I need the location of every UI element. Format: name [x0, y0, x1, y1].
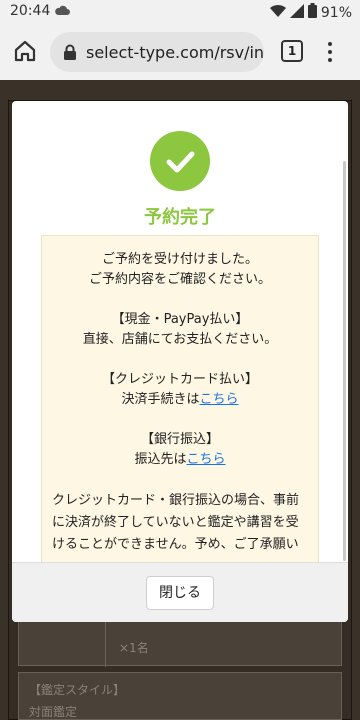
payment-note: クレジットカード・銀行振込の場合、事前に決済が終了していないと鑑定や講習を受ける… — [52, 493, 300, 552]
url-text: select-type.com/rsv/inde — [86, 42, 264, 62]
home-icon[interactable] — [12, 38, 38, 64]
status-bar: 20:44 91% — [0, 0, 360, 24]
card-payment-link[interactable]: こちら — [200, 392, 239, 407]
intro-line-2: ご予約内容をご確認ください。 — [88, 272, 271, 287]
background-cell: ×1名 — [119, 641, 149, 655]
signal-icon — [289, 3, 304, 22]
cash-text: 直接、店舗にてお支払ください。 — [82, 332, 278, 347]
tab-switcher-button[interactable]: 1 — [281, 40, 303, 62]
background-style-heading: 【鑑定スタイル】 — [29, 683, 126, 697]
card-text: 決済手続きは — [121, 392, 200, 407]
close-button[interactable]: 閉じる — [146, 576, 214, 610]
cash-heading: 【現金・PayPay払い】 — [111, 312, 249, 327]
bank-line: 振込先はこちら — [52, 450, 308, 470]
card-heading: 【クレジットカード払い】 — [101, 372, 258, 387]
reservation-complete-dialog: 予約完了 ご予約を受け付けました。 ご予約内容をご確認ください。 【現金・Pay… — [12, 101, 348, 622]
bank-heading: 【銀行振込】 — [140, 432, 219, 447]
overflow-menu-icon[interactable] — [322, 40, 338, 64]
intro-line-1: ご予約を受け付けました。 — [101, 252, 258, 267]
status-time: 20:44 — [10, 3, 51, 19]
dialog-footer: 閉じる — [12, 562, 348, 622]
bank-transfer-link[interactable]: こちら — [187, 452, 226, 467]
cloud-icon — [54, 4, 70, 20]
dialog-title: 予約完了 — [144, 207, 216, 228]
lock-icon — [62, 44, 78, 60]
bank-text: 振込先は — [134, 452, 187, 467]
address-bar[interactable]: select-type.com/rsv/inde — [50, 32, 264, 72]
checkmark-icon — [150, 131, 210, 191]
battery-icon — [307, 3, 317, 22]
dialog-scrollbar[interactable] — [343, 161, 346, 561]
background-style-value: 対面鑑定 — [29, 705, 78, 719]
battery-level: 91% — [320, 4, 352, 21]
wifi-icon — [269, 4, 286, 22]
background-style-section: 【鑑定スタイル】 対面鑑定 — [18, 672, 342, 720]
message-box: ご予約を受け付けました。 ご予約内容をご確認ください。 【現金・PayPay払い… — [41, 235, 319, 565]
card-line: 決済手続きはこちら — [52, 390, 308, 410]
browser-toolbar: select-type.com/rsv/inde 1 — [0, 24, 360, 80]
